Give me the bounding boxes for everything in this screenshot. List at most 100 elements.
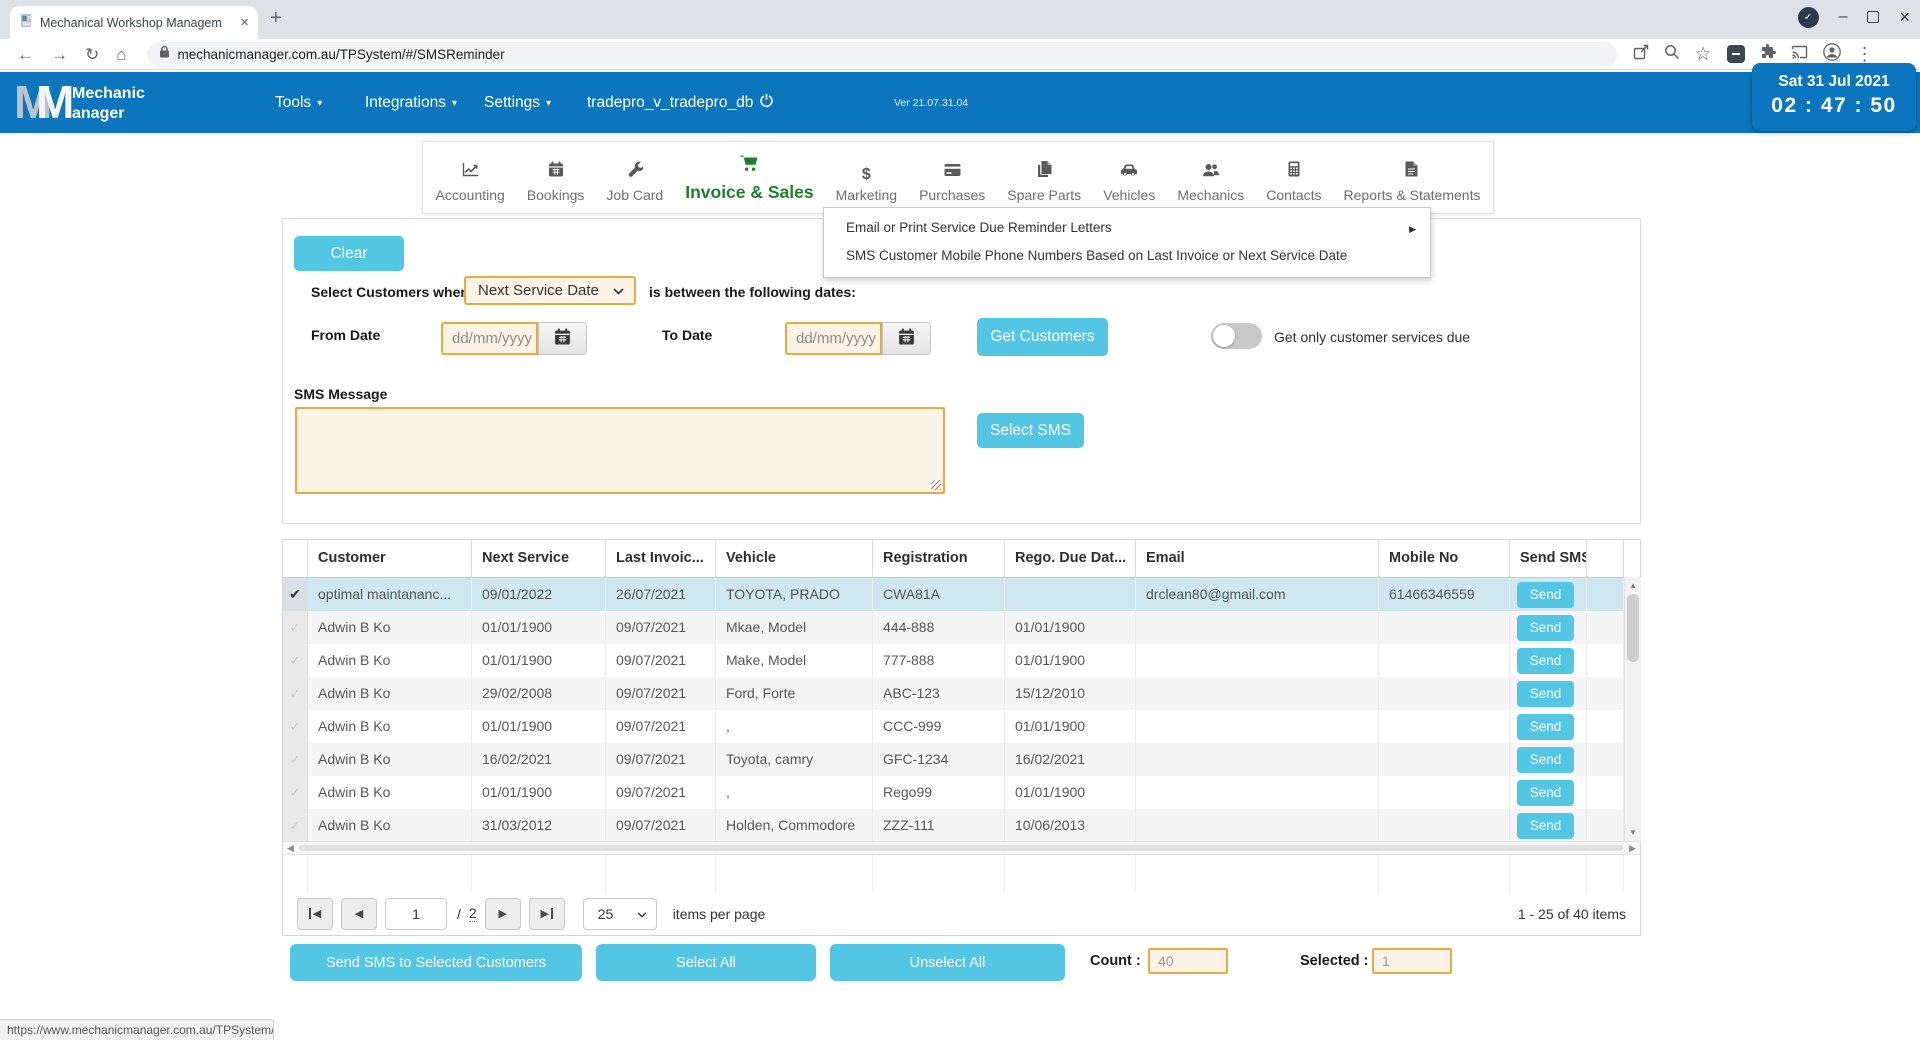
scroll-left-icon[interactable]: ◀ — [287, 842, 294, 854]
scroll-up-icon[interactable]: ▲ — [1625, 578, 1641, 593]
first-page-button[interactable]: ◀ — [297, 898, 333, 930]
send-sms-row-button[interactable]: Send — [1517, 615, 1574, 641]
cast-icon[interactable] — [1791, 45, 1808, 64]
from-date-input[interactable] — [441, 322, 538, 355]
row-checkbox[interactable]: ✓ — [283, 644, 308, 677]
table-row[interactable]: ✓ Adwin B Ko 01/01/1900 09/07/2021 , Reg… — [283, 776, 1624, 809]
zoom-icon[interactable] — [1664, 44, 1680, 65]
count-input[interactable] — [1148, 948, 1228, 974]
header-mobile-no[interactable]: Mobile No — [1379, 540, 1510, 577]
send-sms-row-button[interactable]: Send — [1517, 582, 1574, 608]
browser-tab[interactable]: Mechanical Workshop Managem × — [10, 6, 258, 39]
from-date-calendar-button[interactable] — [538, 322, 587, 355]
extension-badge-icon[interactable] — [1727, 45, 1745, 63]
select-all-button[interactable]: Select All — [596, 944, 816, 981]
header-last-invoice[interactable]: Last Invoic... — [606, 540, 716, 577]
horizontal-scrollbar[interactable]: ◀ ▶ — [283, 841, 1640, 855]
share-icon[interactable] — [1633, 44, 1649, 65]
header-customer[interactable]: Customer — [308, 540, 472, 577]
row-checkbox[interactable]: ✓ — [283, 710, 308, 743]
header-next-service[interactable]: Next Service — [472, 540, 606, 577]
send-sms-row-button[interactable]: Send — [1517, 813, 1574, 839]
tab-close-icon[interactable]: × — [240, 14, 249, 31]
menu-item-sms-customer-mobile[interactable]: SMS Customer Mobile Phone Numbers Based … — [824, 242, 1430, 270]
nav-item-spare-parts[interactable]: Spare Parts — [1002, 161, 1086, 203]
selected-input[interactable] — [1372, 948, 1452, 974]
database-menu[interactable]: tradepro_v_tradepro_db — [587, 72, 774, 133]
send-sms-row-button[interactable]: Send — [1517, 714, 1574, 740]
vertical-scrollbar[interactable]: ▲ ▼ — [1624, 577, 1641, 841]
menu-settings[interactable]: Settings▾ — [484, 72, 551, 133]
row-checkbox[interactable]: ✓ — [283, 743, 308, 776]
close-window-button[interactable]: × — [1899, 6, 1910, 28]
row-checkbox[interactable]: ✓ — [283, 776, 308, 809]
puzzle-extensions-icon[interactable] — [1760, 44, 1776, 65]
page-size-select[interactable]: 25 — [583, 898, 657, 930]
send-sms-row-button[interactable]: Send — [1517, 681, 1574, 707]
to-date-calendar-button[interactable] — [882, 322, 931, 355]
header-send-sms[interactable]: Send SMS ... — [1510, 540, 1587, 577]
to-date-input[interactable] — [785, 322, 882, 355]
send-sms-to-selected-button[interactable]: Send SMS to Selected Customers — [290, 944, 582, 981]
row-checkbox[interactable]: ✓ — [283, 809, 308, 842]
table-row[interactable]: ✓ Adwin B Ko 29/02/2008 09/07/2021 Ford,… — [283, 677, 1624, 710]
table-row[interactable]: ✓ Adwin B Ko 31/03/2012 09/07/2021 Holde… — [283, 809, 1624, 842]
nav-item-bookings[interactable]: Bookings — [522, 161, 590, 203]
nav-item-reports-statements[interactable]: Reports & Statements — [1339, 161, 1486, 203]
back-icon[interactable]: ← — [17, 46, 34, 63]
row-checkbox[interactable]: ✔ — [283, 578, 308, 611]
services-due-toggle[interactable] — [1211, 323, 1262, 349]
address-bar[interactable]: mechanicmanager.com.au/TPSystem/#/SMSRem… — [147, 42, 1617, 67]
header-vehicle[interactable]: Vehicle — [716, 540, 873, 577]
nav-item-job-card[interactable]: Job Card — [601, 161, 668, 203]
table-row[interactable]: ✓ Adwin B Ko 01/01/1900 09/07/2021 , CCC… — [283, 710, 1624, 743]
sms-message-textarea[interactable] — [295, 407, 945, 494]
table-row[interactable]: ✓ Adwin B Ko 01/01/1900 09/07/2021 Make,… — [283, 644, 1624, 677]
row-checkbox[interactable]: ✓ — [283, 677, 308, 710]
page-number-input[interactable] — [385, 898, 447, 930]
minimize-button[interactable]: – — [1839, 6, 1848, 28]
menu-item-service-due-reminder-letters[interactable]: Email or Print Service Due Reminder Lett… — [824, 214, 1430, 242]
previous-page-button[interactable]: ◀ — [341, 898, 377, 930]
extension-icon[interactable]: ✓ — [1798, 7, 1819, 28]
nav-item-accounting[interactable]: Accounting — [431, 162, 510, 203]
nav-item-contacts[interactable]: Contacts — [1261, 161, 1326, 203]
forward-icon[interactable]: → — [51, 46, 68, 63]
send-sms-row-button[interactable]: Send — [1517, 780, 1574, 806]
last-page-button[interactable]: ▶ — [529, 898, 565, 930]
select-sms-button[interactable]: Select SMS — [977, 413, 1084, 448]
resize-grip-icon[interactable] — [931, 480, 941, 490]
nav-item-mechanics[interactable]: Mechanics — [1172, 163, 1249, 203]
nav-item-vehicles[interactable]: Vehicles — [1098, 163, 1160, 203]
nav-item-invoice-sales[interactable]: Invoice & Sales — [680, 155, 818, 203]
menu-integrations[interactable]: Integrations▾ — [365, 72, 457, 133]
bookmark-star-icon[interactable]: ☆ — [1695, 45, 1712, 64]
unselect-all-button[interactable]: Unselect All — [830, 944, 1065, 981]
header-rego-due-date[interactable]: Rego. Due Dat... — [1005, 540, 1136, 577]
scroll-down-icon[interactable]: ▼ — [1625, 825, 1641, 840]
table-row[interactable]: ✓ Adwin B Ko 16/02/2021 09/07/2021 Toyot… — [283, 743, 1624, 776]
mechanic-manager-logo[interactable]: M M Mechanic anager — [14, 75, 244, 131]
nav-item-purchases[interactable]: Purchases — [914, 163, 990, 203]
scroll-right-icon[interactable]: ▶ — [1629, 842, 1636, 854]
table-row[interactable]: ✓ Adwin B Ko 01/01/1900 09/07/2021 Mkae,… — [283, 611, 1624, 644]
table-row[interactable]: ✔ optimal maintananc... 09/01/2022 26/07… — [283, 578, 1624, 611]
maximize-button[interactable] — [1867, 11, 1879, 23]
reload-icon[interactable]: ↻ — [85, 46, 99, 63]
criteria-field-select[interactable]: Next Service Date — [464, 276, 636, 305]
row-checkbox[interactable]: ✓ — [283, 611, 308, 644]
header-email[interactable]: Email — [1136, 540, 1379, 577]
scrollbar-thumb[interactable] — [299, 845, 1623, 851]
next-page-button[interactable]: ▶ — [485, 898, 521, 930]
browser-menu-icon[interactable]: ⋮ — [1856, 45, 1874, 63]
nav-item-marketing[interactable]: $ Marketing — [831, 168, 902, 203]
power-icon[interactable] — [759, 93, 774, 113]
send-sms-row-button[interactable]: Send — [1517, 747, 1574, 773]
clear-button[interactable]: Clear — [294, 236, 404, 271]
header-registration[interactable]: Registration — [873, 540, 1005, 577]
home-icon[interactable]: ⌂ — [116, 46, 126, 63]
get-customers-button[interactable]: Get Customers — [977, 318, 1108, 356]
scrollbar-thumb[interactable] — [1627, 594, 1639, 662]
new-tab-button[interactable]: + — [270, 7, 282, 30]
send-sms-row-button[interactable]: Send — [1517, 648, 1574, 674]
